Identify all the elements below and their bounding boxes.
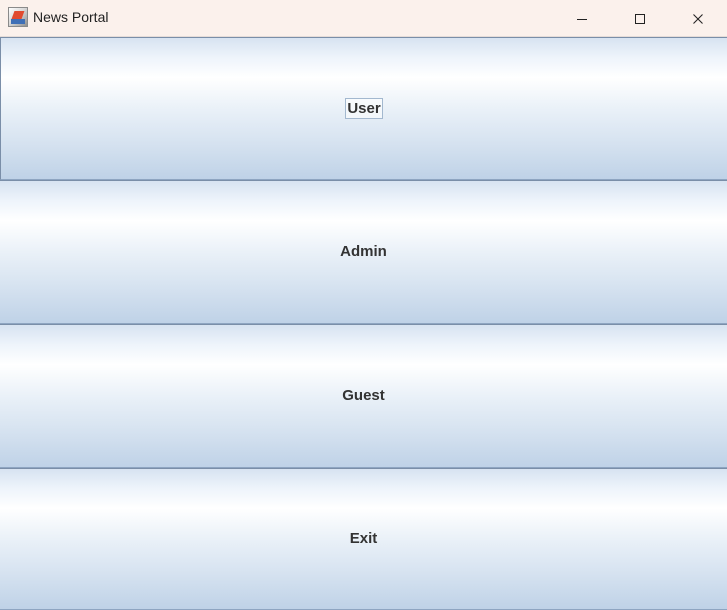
user-button-label: User xyxy=(345,98,383,119)
minimize-icon xyxy=(577,18,587,20)
window-controls xyxy=(553,0,727,37)
guest-button-label: Guest xyxy=(342,387,385,404)
window-title: News Portal xyxy=(33,9,109,25)
admin-button[interactable]: Admin xyxy=(0,180,727,324)
exit-button-label: Exit xyxy=(349,530,378,547)
close-icon xyxy=(693,13,703,24)
exit-button[interactable]: Exit xyxy=(0,468,727,610)
admin-button-label: Admin xyxy=(340,243,387,260)
main-button-stack: User Admin Guest Exit xyxy=(0,37,727,610)
close-button[interactable] xyxy=(669,0,727,37)
maximize-button[interactable] xyxy=(611,0,669,37)
title-bar: News Portal xyxy=(0,0,727,37)
maximize-icon xyxy=(635,13,645,24)
minimize-button[interactable] xyxy=(553,0,611,37)
user-button[interactable]: User xyxy=(0,37,727,180)
app-window: News Portal User Admin Guest Exit xyxy=(0,0,727,610)
java-app-icon xyxy=(8,7,28,27)
guest-button[interactable]: Guest xyxy=(0,324,727,468)
